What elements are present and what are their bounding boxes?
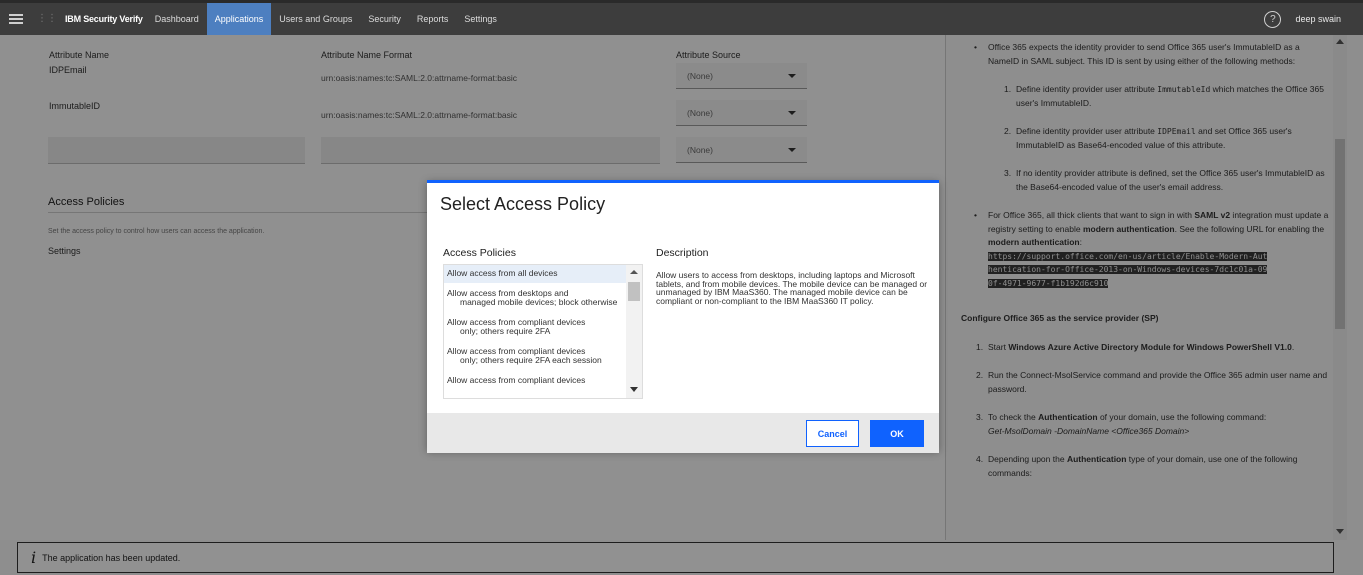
top-nav: ⋮⋮ IBM Security Verify Dashboard Applica… (0, 0, 1363, 35)
user-menu[interactable]: deep swain (1295, 14, 1341, 24)
policy-option[interactable]: Allow access from desktops and managed mo… (444, 283, 642, 309)
policy-description: Allow users to access from desktops, inc… (656, 270, 928, 306)
nav-reports[interactable]: Reports (409, 3, 457, 35)
select-access-policy-dialog: Select Access Policy Access Policies Des… (427, 180, 939, 453)
ok-button[interactable]: OK (870, 420, 924, 447)
policy-option[interactable]: Allow access from compliant devices only;… (444, 338, 642, 367)
policy-option[interactable]: Allow access from all devices (444, 265, 642, 283)
scroll-up-icon[interactable] (630, 270, 638, 274)
nav-settings[interactable]: Settings (456, 3, 505, 35)
access-policies-list-header: Access Policies (443, 247, 516, 259)
help-icon[interactable]: ? (1264, 10, 1282, 28)
access-policy-list[interactable]: Allow access from all devices Allow acce… (443, 264, 643, 399)
policy-list-scrollbar[interactable] (626, 265, 642, 398)
dialog-title: Select Access Policy (440, 194, 606, 214)
dialog-footer: Cancel OK (427, 413, 939, 453)
nav-dashboard[interactable]: Dashboard (147, 3, 207, 35)
policy-option[interactable]: Allow access from compliant devices (444, 367, 642, 387)
scroll-thumb[interactable] (628, 282, 640, 301)
description-header: Description (656, 247, 709, 259)
cancel-button[interactable]: Cancel (806, 420, 859, 447)
policy-option[interactable]: Allow access from compliant devices only;… (444, 309, 642, 338)
app-switcher-icon[interactable]: ⋮⋮ (37, 14, 57, 24)
nav-applications[interactable]: Applications (206, 3, 272, 35)
scroll-down-icon[interactable] (630, 387, 638, 392)
nav-security[interactable]: Security (360, 3, 409, 35)
brand-name: IBM Security Verify (65, 14, 143, 24)
hamburger-menu-icon[interactable] (9, 14, 23, 24)
nav-users-and-groups[interactable]: Users and Groups (271, 3, 360, 35)
